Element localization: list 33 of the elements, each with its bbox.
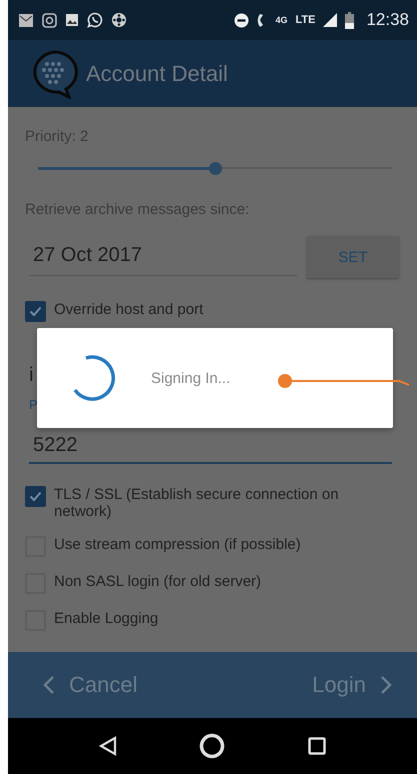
checkbox-label: Use stream compression (if possible) <box>54 536 301 553</box>
check-icon <box>29 306 42 317</box>
network-label: 4G <box>275 15 288 25</box>
checkbox-label: TLS / SSL (Establish secure connection on network) <box>54 486 340 520</box>
battery-icon <box>345 12 354 28</box>
chevron-right-icon <box>380 675 392 695</box>
login-button[interactable]: Login <box>312 672 392 698</box>
do-not-disturb-icon <box>234 12 250 28</box>
clock-time: 12:38 <box>366 10 409 30</box>
back-icon[interactable] <box>99 736 118 756</box>
screen-title: Account Detail <box>86 60 228 86</box>
network-type: LTE <box>295 14 316 26</box>
flower-icon <box>111 12 127 28</box>
image-icon <box>65 13 79 27</box>
set-button[interactable]: SET <box>307 236 399 278</box>
cancel-button[interactable]: Cancel <box>43 672 138 698</box>
slider-thumb[interactable] <box>209 162 222 175</box>
date-field[interactable]: 27 Oct 2017 <box>29 238 297 276</box>
recents-icon[interactable] <box>308 737 326 755</box>
home-icon[interactable] <box>199 733 226 759</box>
checkbox-label: Override host and port <box>54 301 204 318</box>
chat-phone-icon <box>87 12 103 28</box>
signal-icon <box>323 13 338 27</box>
checkbox[interactable] <box>25 486 46 507</box>
checkbox-label: Non SASL login (for old server) <box>54 573 262 590</box>
checkbox-label: Enable Logging <box>54 610 158 627</box>
dialog-message: Signing In... <box>151 370 230 386</box>
check-icon <box>29 491 42 502</box>
port-label: P <box>29 397 38 412</box>
checkbox[interactable] <box>25 301 46 322</box>
chevron-left-icon <box>43 675 55 695</box>
mail-icon <box>18 12 34 28</box>
camera-icon <box>42 12 57 28</box>
